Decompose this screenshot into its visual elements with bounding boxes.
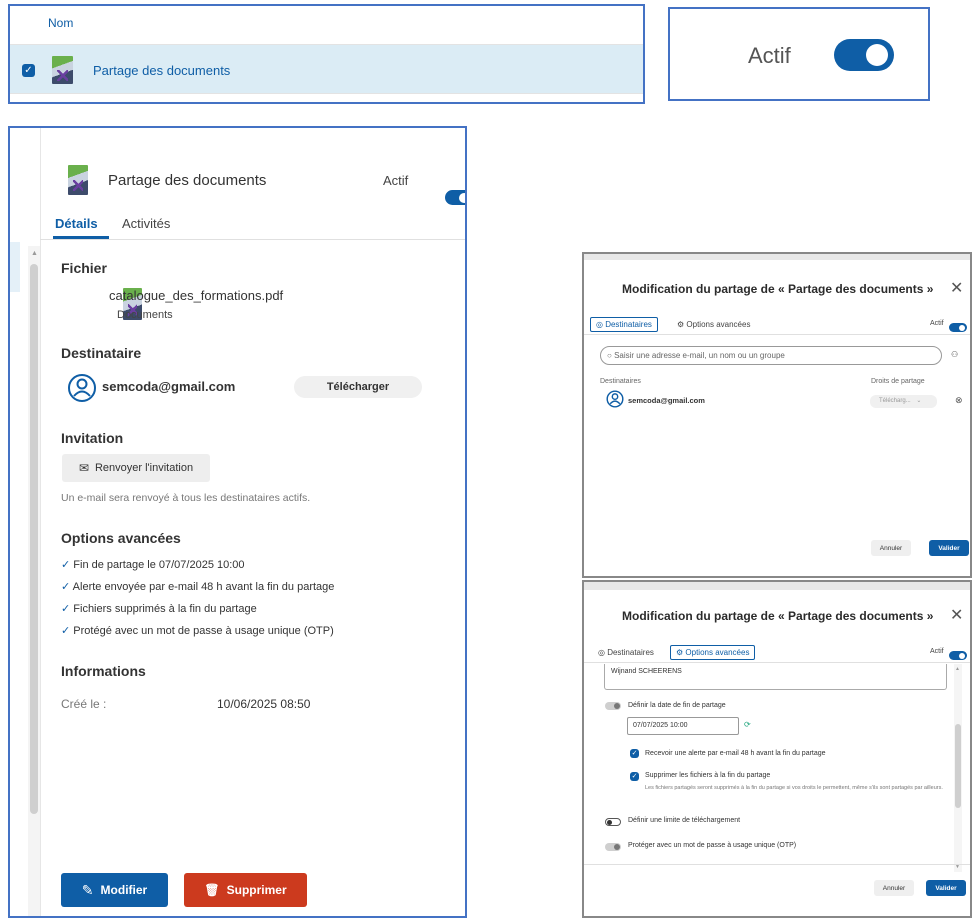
modal-title: Modification du partage de « Partage des… [622, 609, 934, 623]
file-folder: Documents [117, 309, 173, 321]
active-toggle[interactable] [834, 39, 894, 71]
row-name[interactable]: Partage des documents [93, 63, 230, 78]
recipient-right-dropdown[interactable]: Télécharger [294, 376, 422, 398]
delete-files-checkbox[interactable]: ✓ [630, 772, 639, 781]
tab-details[interactable]: Détails [55, 216, 98, 231]
created-value: 10/06/2025 08:50 [217, 697, 311, 711]
delete-button[interactable]: 🗑 Supprimer [184, 873, 307, 907]
cancel-button[interactable]: Annuler [871, 540, 911, 556]
end-date-label: Définir la date de fin de partage [628, 702, 726, 709]
detail-panel-frame: ▲ Partage des documents Actif Détails Ac… [8, 126, 467, 918]
validate-button[interactable]: Valider [926, 880, 966, 896]
search-icon: ○ [607, 351, 612, 360]
download-limit-label: Définir une limite de téléchargement [628, 817, 741, 824]
resend-invitation-label: Renvoyer l'invitation [94, 462, 194, 474]
download-limit-toggle[interactable] [605, 818, 621, 826]
checkmark-icon: ✓ [61, 559, 71, 571]
otp-label: Protéger avec un mot de passe à usage un… [628, 842, 797, 849]
scrollbar-thumb[interactable] [30, 264, 38, 814]
row-checkbox[interactable]: ✓ [22, 64, 35, 77]
status-zoom-frame: Actif [668, 7, 930, 101]
remove-recipient-icon[interactable]: ⊗ [955, 395, 963, 406]
edit-button[interactable]: ✎ Modifier [61, 873, 168, 907]
document-thumbnail-icon [68, 165, 88, 195]
resend-invitation-button[interactable]: ✉ Renvoyer l'invitation [62, 454, 210, 482]
table-frame: Nom ✓ Partage des documents [8, 4, 645, 104]
advanced-option-item: ✓ Alerte envoyée par e-mail 48 h avant l… [61, 581, 335, 593]
checkmark-icon: ✓ [61, 603, 71, 615]
resend-note: Un e-mail sera renvoyé à tous les destin… [61, 492, 311, 504]
col-rights: Droits de partage [871, 378, 925, 385]
tab-recipients[interactable]: ◎ Destinataires [590, 317, 658, 332]
pencil-icon: ✎ [81, 881, 94, 898]
tab-activities[interactable]: Activités [122, 216, 170, 231]
recipient-search-input[interactable]: ○ Saisir une adresse e-mail, un nom ou u… [600, 346, 942, 365]
calendar-refresh-icon[interactable]: ⟳ [744, 720, 751, 729]
user-avatar-icon [67, 373, 97, 403]
table-row[interactable]: ✓ Partage des documents [10, 44, 643, 94]
end-date-input[interactable]: 07/07/2025 10:00 [627, 717, 739, 735]
tab-advanced-options[interactable]: ⚙ Options avancées [677, 317, 750, 332]
delete-files-note: Les fichiers partagés seront supprimés à… [645, 785, 943, 791]
advanced-options-heading: Options avancées [61, 530, 181, 546]
file-heading: Fichier [61, 260, 107, 276]
document-thumbnail-icon [52, 56, 73, 84]
recipient-heading: Destinataire [61, 345, 142, 361]
created-label: Créé le : [61, 697, 107, 711]
recipient-email: semcoda@gmail.com [102, 379, 236, 394]
informations-heading: Informations [61, 663, 146, 679]
checkmark-icon: ✓ [61, 625, 71, 637]
advanced-option-item: ✓ Fin de partage le 07/07/2025 10:00 [61, 559, 245, 571]
advanced-option-item: ✓ Protégé avec un mot de passe à usage u… [61, 625, 334, 637]
end-date-toggle[interactable] [605, 702, 621, 710]
checkmark-icon: ✓ [61, 581, 71, 593]
column-header-name[interactable]: Nom [48, 16, 73, 30]
envelope-icon: ✉ [78, 461, 89, 475]
status-label: Actif [748, 43, 791, 68]
alert-checkbox[interactable]: ✓ [630, 749, 639, 758]
recipient-email: semcoda@gmail.com [628, 396, 705, 405]
address-book-icon[interactable]: ⚇ [951, 350, 958, 359]
modal-status-label: Actif [930, 320, 944, 327]
otp-toggle[interactable] [605, 843, 621, 851]
alert-label: Recevoir une alerte par e-mail 48 h avan… [645, 750, 826, 757]
tab-recipients[interactable]: ◎ Destinataires [598, 645, 654, 660]
left-scroll-gutter [10, 242, 20, 292]
invitation-heading: Invitation [61, 430, 124, 446]
panel-status-label: Actif [383, 173, 409, 188]
modal-title: Modification du partage de « Partage des… [622, 282, 934, 296]
message-textarea[interactable]: Wijnand SCHEERENS [604, 664, 947, 690]
validate-button[interactable]: Valider [929, 540, 969, 556]
col-recipients: Destinataires [600, 378, 641, 385]
scrollbar[interactable]: ▲ [28, 246, 40, 916]
modal-status-label: Actif [930, 648, 944, 655]
cancel-button[interactable]: Annuler [874, 880, 914, 896]
panel-title: Partage des documents [108, 172, 267, 189]
tab-advanced-options[interactable]: ⚙ Options avancées [670, 645, 756, 660]
delete-files-label: Supprimer les fichiers à la fin du parta… [645, 772, 771, 779]
advanced-option-item: ✓ Fichiers supprimés à la fin du partage [61, 603, 257, 615]
scrollbar[interactable]: ▲ ▼ [954, 664, 962, 872]
panel-active-toggle[interactable] [445, 190, 465, 205]
scrollbar-thumb[interactable] [955, 724, 961, 808]
close-icon[interactable]: ✕ [950, 278, 963, 298]
recipient-right-select[interactable]: Télécharg... ⌄ [870, 395, 937, 408]
close-icon[interactable]: ✕ [950, 605, 963, 625]
modal-active-toggle[interactable] [949, 651, 967, 660]
file-name[interactable]: catalogue_des_formations.pdf [109, 288, 283, 303]
trash-icon: 🗑 [204, 883, 220, 897]
user-avatar-icon [606, 390, 624, 408]
modal-recipients-frame: Modification du partage de « Partage des… [582, 252, 972, 578]
chevron-down-icon: ⌄ [916, 398, 922, 404]
modal-advanced-frame: Modification du partage de « Partage des… [582, 580, 972, 918]
modal-active-toggle[interactable] [949, 323, 967, 332]
